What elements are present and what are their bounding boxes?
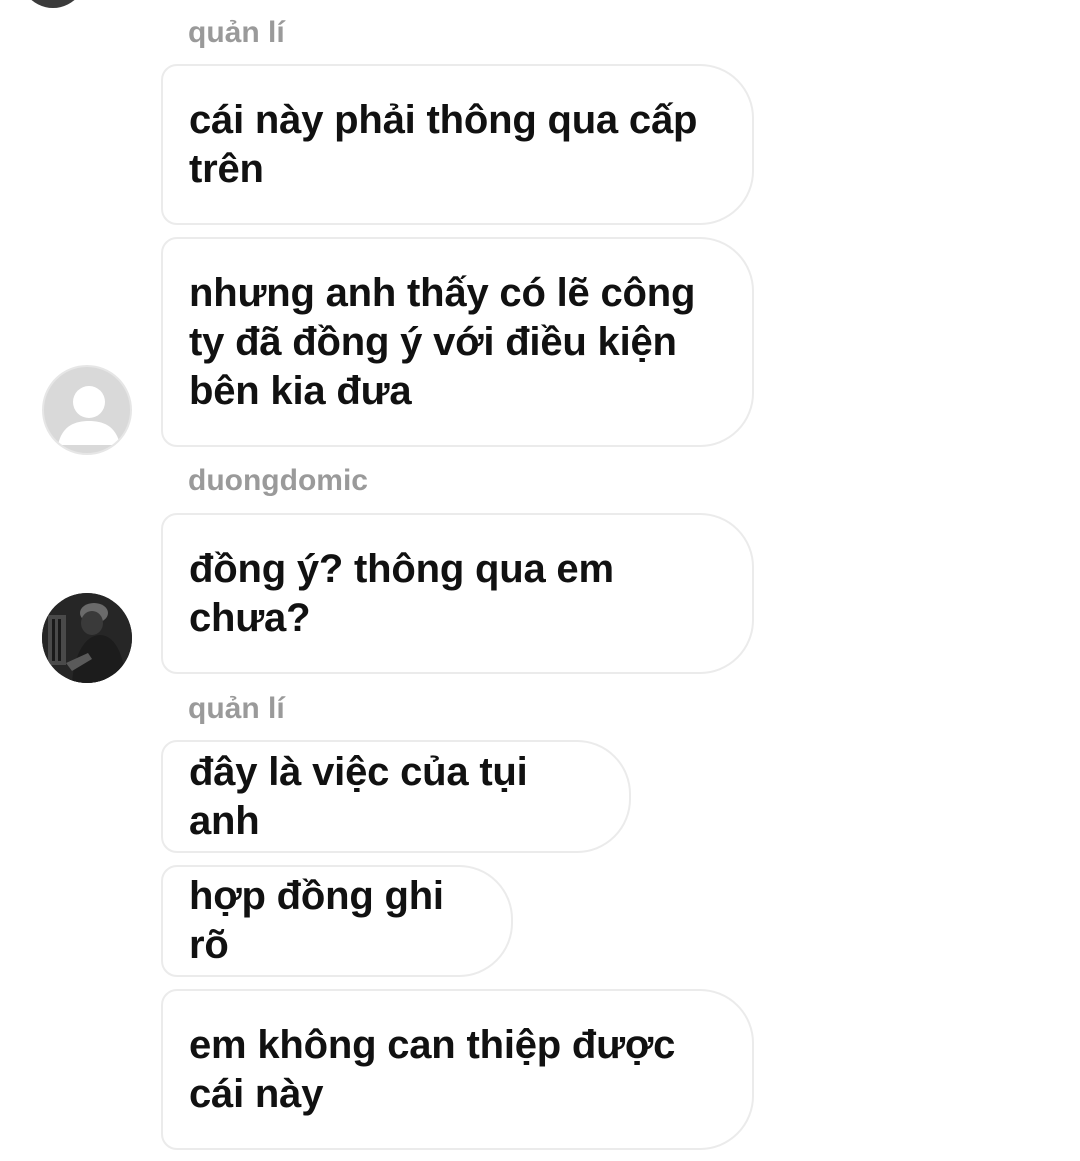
- message-bubble[interactable]: em không can thiệp được cái này: [161, 989, 754, 1150]
- message-bubble[interactable]: đồng ý? thông qua em chưa?: [161, 513, 754, 674]
- chat-thread: quản lí cái này phải thông qua cấp trên …: [0, 0, 1080, 1161]
- message-text: cái này phải thông qua cấp trên: [189, 97, 698, 191]
- user-photo-image: [42, 593, 132, 683]
- message-text: hợp đồng ghi rõ: [189, 874, 444, 967]
- sender-name-user: duongdomic: [188, 464, 368, 497]
- user-photo-avatar[interactable]: [42, 593, 132, 683]
- message-bubble[interactable]: hợp đồng ghi rõ: [161, 865, 513, 977]
- message-text: đồng ý? thông qua em chưa?: [189, 546, 614, 640]
- sender-name-manager: quản lí: [188, 16, 285, 49]
- message-text: em không can thiệp được cái này: [189, 1022, 676, 1116]
- message-text: nhưng anh thấy có lẽ công ty đã đồng ý v…: [189, 270, 696, 413]
- default-user-avatar-icon[interactable]: [42, 365, 132, 455]
- message-bubble[interactable]: nhưng anh thấy có lẽ công ty đã đồng ý v…: [161, 237, 754, 447]
- sender-name-manager: quản lí: [188, 692, 285, 725]
- message-text: đây là việc của tụi anh: [189, 749, 528, 843]
- message-bubble[interactable]: cái này phải thông qua cấp trên: [161, 64, 754, 225]
- user-silhouette-icon: [58, 386, 120, 445]
- message-bubble[interactable]: đây là việc của tụi anh: [161, 740, 631, 853]
- previous-user-avatar[interactable]: [14, 0, 92, 8]
